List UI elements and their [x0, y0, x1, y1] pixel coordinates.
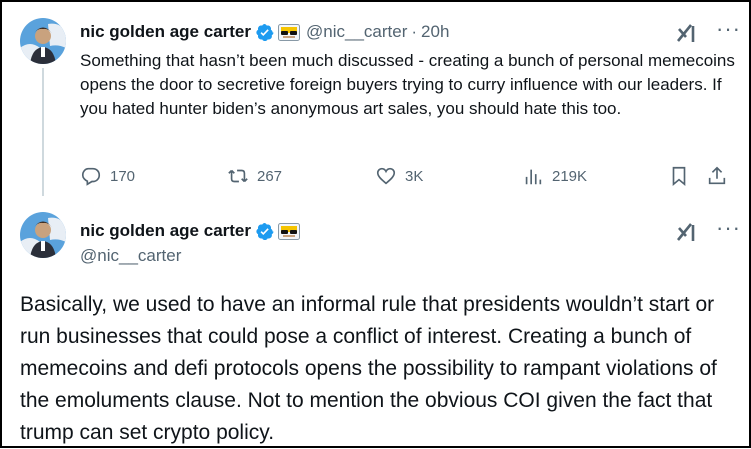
- reply-button[interactable]: 170: [80, 165, 135, 187]
- author-handle[interactable]: @nic__carter: [306, 22, 407, 42]
- separator-dot: ·: [411, 22, 418, 41]
- like-count: 3K: [405, 167, 424, 185]
- author-name[interactable]: nic golden age carter: [80, 221, 251, 241]
- avatar[interactable]: [20, 212, 66, 258]
- grok-icon[interactable]: [674, 21, 698, 45]
- verified-badge-icon[interactable]: [255, 23, 274, 42]
- tweet1-top-icons: ···: [674, 18, 741, 45]
- repost-icon: [228, 169, 248, 183]
- tweet2-top-icons: ···: [674, 217, 741, 244]
- more-icon[interactable]: ···: [716, 217, 741, 239]
- grok-icon[interactable]: [674, 220, 698, 244]
- tweet1-text: Something that hasn’t been much discusse…: [80, 51, 735, 118]
- views-count: 219K: [552, 167, 588, 185]
- repost-button[interactable]: 267: [227, 165, 282, 187]
- verified-badge-icon[interactable]: [255, 222, 274, 241]
- tweet2-header: nic golden age carter: [80, 221, 300, 241]
- like-button[interactable]: 3K: [375, 165, 423, 187]
- tweet1-actions: 170 267 3K 219K: [80, 165, 740, 191]
- share-icon: [708, 166, 726, 185]
- author-name[interactable]: nic golden age carter: [80, 22, 251, 42]
- thread-line: [42, 68, 44, 196]
- reply-count: 170: [110, 167, 136, 185]
- tweet1-header: nic golden age carter @nic__carter · 20h: [80, 22, 449, 42]
- views-button[interactable]: 219K: [522, 165, 587, 187]
- tweet-thread-screenshot: nic golden age carter @nic__carter · 20h…: [0, 0, 751, 448]
- avatar[interactable]: [20, 18, 66, 64]
- like-icon: [376, 167, 396, 185]
- affiliate-badge-icon[interactable]: [278, 23, 300, 41]
- share-button[interactable]: [706, 165, 736, 187]
- more-icon[interactable]: ···: [716, 18, 741, 40]
- bookmark-button[interactable]: [668, 165, 698, 187]
- affiliate-badge-icon[interactable]: [278, 222, 300, 240]
- repost-count: 267: [257, 167, 283, 185]
- views-icon: [525, 169, 542, 185]
- tweet2-text: Basically, we used to have an informal r…: [20, 293, 717, 444]
- author-handle[interactable]: @nic__carter: [80, 246, 181, 266]
- bookmark-icon: [672, 166, 686, 187]
- reply-icon: [81, 167, 101, 186]
- timestamp[interactable]: 20h: [421, 22, 449, 42]
